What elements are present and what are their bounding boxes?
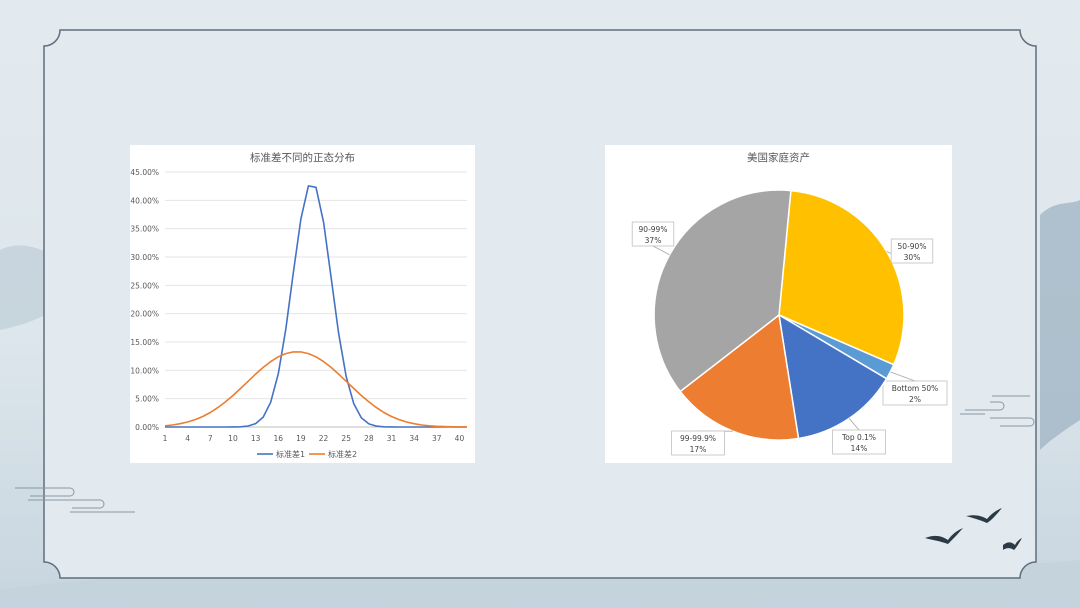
bird-icon [925,528,963,544]
bird-icon [1003,538,1022,550]
bird-icon [966,508,1002,523]
decorative-birds [925,508,1022,550]
slide: { "colors": { "series1": "#4472c4", "ser… [0,0,1080,608]
